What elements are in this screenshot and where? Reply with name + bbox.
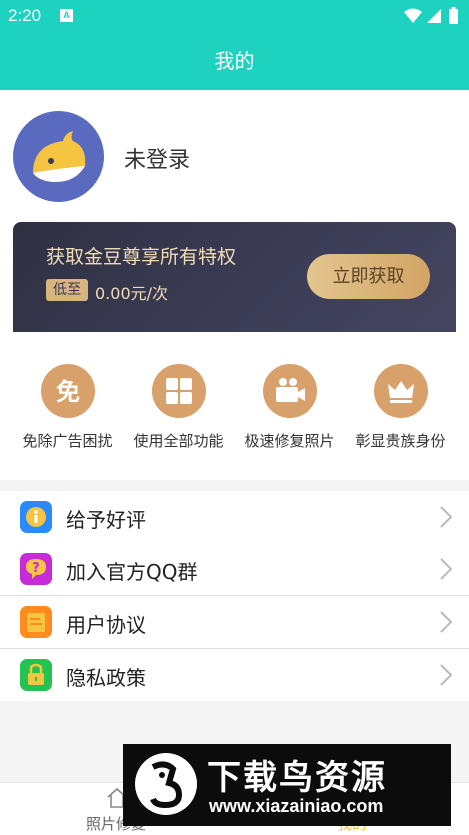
menu-item-user-agreement[interactable]: 用户协议 [0,596,469,648]
video-camera-icon [263,364,317,418]
watermark-url: www.xiazainiao.com [209,796,384,816]
price-badge: 低至 [46,279,88,301]
battery-icon [449,9,458,24]
settings-menu: 给予好评 ? 加入官方QQ群 用户协议 隐私政策 [0,491,469,701]
menu-item-rate[interactable]: 给予好评 [0,491,469,543]
status-bar: 2:20 A [0,0,469,32]
get-now-button[interactable]: 立即获取 [307,254,430,299]
menu-item-qq-group[interactable]: ? 加入官方QQ群 [0,543,469,595]
feature-label: 免除广告困扰 [22,432,113,450]
vip-title: 获取金豆尊享所有特权 [46,246,237,268]
info-icon [20,501,52,533]
feature-label: 使用全部功能 [133,432,224,450]
question-icon: ? [20,553,52,585]
chevron-right-icon [440,664,453,686]
price-text: 0.00元/次 [95,284,169,303]
page-title: 我的 [214,49,255,73]
profile-section: 未登录 获取金豆尊享所有特权 低至 0.00元/次 立即获取 免 免除广告困扰 [0,90,469,480]
feature-noble-status[interactable]: 彰显贵族身份 [342,362,459,462]
watermark: 下载鸟资源 www.xiazainiao.com [123,744,451,826]
menu-label: 隐私政策 [66,666,146,690]
feature-all-functions[interactable]: 使用全部功能 [120,362,237,462]
menu-label: 给予好评 [66,508,146,532]
feature-label: 彰显贵族身份 [355,432,446,450]
chevron-right-icon [440,558,453,580]
wifi-icon [404,8,422,23]
lock-icon [20,659,52,691]
feature-no-ads[interactable]: 免 免除广告困扰 [9,362,126,462]
vip-card: 获取金豆尊享所有特权 低至 0.00元/次 立即获取 [13,222,456,332]
login-status[interactable]: 未登录 [124,142,190,174]
menu-label: 加入官方QQ群 [66,560,198,584]
feature-list: 免 免除广告困扰 使用全部功能 极速修复照片 彰显贵族身份 [0,362,469,462]
feature-fast-repair[interactable]: 极速修复照片 [231,362,348,462]
app-header: 我的 [0,32,469,90]
free-icon: 免 [41,364,95,418]
document-icon [20,606,52,638]
signal-icon [427,9,441,23]
status-time: 2:20 [8,6,42,25]
grid-icon [152,364,206,418]
dolphin-avatar-icon [33,131,86,183]
chevron-right-icon [440,611,453,633]
avatar[interactable] [13,111,104,202]
system-status-icons [404,7,458,24]
svg-text:?: ? [32,561,40,576]
feature-label: 极速修复照片 [244,432,335,450]
crown-icon [374,364,428,418]
menu-item-privacy-policy[interactable]: 隐私政策 [0,649,469,701]
chevron-right-icon [440,506,453,528]
menu-label: 用户协议 [66,613,146,637]
watermark-title: 下载鸟资源 [207,758,387,798]
svg-text:免: 免 [56,378,80,406]
notification-icon: A [60,9,73,22]
bird-logo-icon [135,753,197,815]
